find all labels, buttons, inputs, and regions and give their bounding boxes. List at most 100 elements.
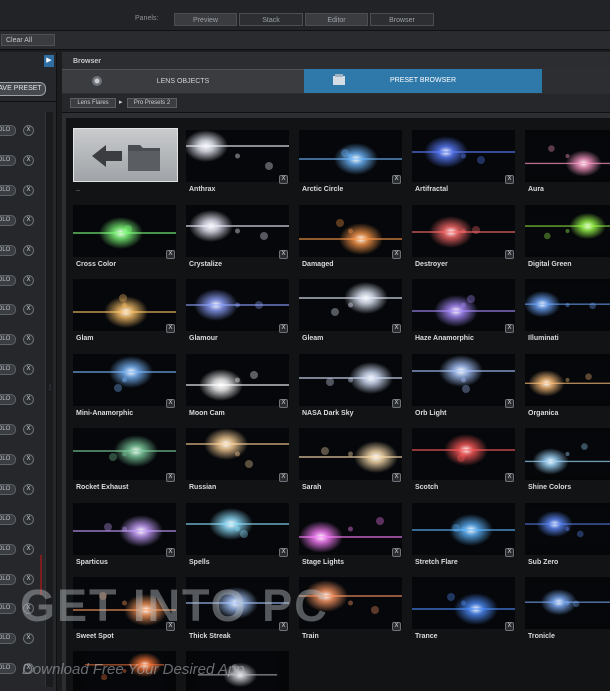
remove-layer-icon[interactable]: X	[23, 244, 34, 256]
preset-thumbnail[interactable]	[299, 130, 402, 182]
save-preset-button[interactable]: AVE PRESET	[0, 82, 46, 96]
remove-layer-icon[interactable]: X	[23, 274, 34, 286]
preset-thumbnail[interactable]	[73, 354, 176, 406]
remove-preset-icon[interactable]: X	[279, 399, 288, 408]
solo-button[interactable]: OLO	[0, 334, 16, 346]
remove-layer-icon[interactable]: X	[23, 453, 34, 465]
remove-preset-icon[interactable]: X	[505, 175, 514, 184]
remove-layer-icon[interactable]: X	[23, 184, 34, 196]
remove-layer-icon[interactable]: X	[23, 214, 34, 226]
collapse-arrow-icon[interactable]: ▶	[44, 55, 54, 67]
remove-preset-icon[interactable]: X	[505, 622, 514, 631]
preset-thumbnail[interactable]	[186, 354, 289, 406]
solo-button[interactable]: OLO	[0, 573, 16, 585]
remove-layer-icon[interactable]: X	[23, 304, 34, 316]
solo-button[interactable]: OLO	[0, 184, 16, 196]
preset-thumbnail[interactable]	[73, 503, 176, 555]
solo-button[interactable]: OLO	[0, 513, 16, 525]
back-folder-button[interactable]	[73, 128, 178, 182]
panel-tab-preview[interactable]: Preview	[174, 13, 237, 26]
remove-layer-icon[interactable]: X	[23, 424, 34, 435]
remove-layer-icon[interactable]: X	[23, 633, 34, 645]
remove-layer-icon[interactable]: X	[23, 334, 34, 346]
remove-preset-icon[interactable]: X	[166, 250, 175, 259]
preset-thumbnail[interactable]	[412, 279, 515, 331]
solo-button[interactable]: OLO	[0, 364, 16, 376]
remove-layer-icon[interactable]: X	[23, 364, 34, 376]
preset-thumbnail[interactable]	[525, 428, 610, 480]
preset-thumbnail[interactable]	[186, 503, 289, 555]
preset-thumbnail[interactable]	[525, 205, 610, 257]
breadcrumb-pro-presets-2[interactable]: Pro Presets 2	[127, 98, 177, 108]
remove-preset-icon[interactable]: X	[166, 324, 175, 333]
remove-preset-icon[interactable]: X	[392, 548, 401, 557]
remove-layer-icon[interactable]: X	[23, 543, 34, 555]
preset-thumbnail[interactable]	[186, 428, 289, 480]
preset-thumbnail[interactable]	[412, 205, 515, 257]
remove-preset-icon[interactable]: X	[505, 324, 514, 333]
solo-button[interactable]: OLO	[0, 125, 16, 136]
solo-button[interactable]: OLO	[0, 274, 16, 286]
solo-button[interactable]: OLO	[0, 304, 16, 316]
remove-preset-icon[interactable]: X	[505, 250, 514, 259]
solo-button[interactable]: OLO	[0, 394, 16, 406]
remove-preset-icon[interactable]: X	[392, 250, 401, 259]
solo-button[interactable]: OLO	[0, 543, 16, 555]
preset-thumbnail[interactable]	[525, 354, 610, 406]
remove-layer-icon[interactable]: X	[23, 154, 34, 166]
remove-layer-icon[interactable]: X	[23, 513, 34, 525]
remove-layer-icon[interactable]: X	[23, 483, 34, 495]
solo-button[interactable]: OLO	[0, 453, 16, 465]
remove-preset-icon[interactable]: X	[392, 473, 401, 482]
remove-preset-icon[interactable]: X	[392, 175, 401, 184]
preset-thumbnail[interactable]	[73, 428, 176, 480]
preset-thumbnail[interactable]	[412, 428, 515, 480]
preset-thumbnail[interactable]	[299, 205, 402, 257]
preset-thumbnail[interactable]	[412, 503, 515, 555]
tab-preset-browser[interactable]: PRESET BROWSER	[304, 69, 542, 93]
preset-thumbnail[interactable]	[73, 279, 176, 331]
remove-preset-icon[interactable]: X	[505, 473, 514, 482]
solo-button[interactable]: OLO	[0, 424, 16, 435]
solo-button[interactable]: OLO	[0, 663, 16, 675]
tab-lens-objects[interactable]: LENS OBJECTS	[62, 69, 304, 93]
preset-thumbnail[interactable]	[299, 279, 402, 331]
preset-thumbnail[interactable]	[299, 428, 402, 480]
preset-thumbnail[interactable]	[186, 279, 289, 331]
preset-thumbnail[interactable]	[525, 130, 610, 182]
panel-tab-editor[interactable]: Editor	[305, 13, 368, 26]
remove-preset-icon[interactable]: X	[279, 324, 288, 333]
remove-preset-icon[interactable]: X	[392, 622, 401, 631]
preset-thumbnail[interactable]	[186, 205, 289, 257]
solo-button[interactable]: OLO	[0, 603, 16, 615]
remove-layer-icon[interactable]: X	[23, 394, 34, 406]
preset-thumbnail[interactable]	[299, 503, 402, 555]
panel-tab-stack[interactable]: Stack	[239, 13, 303, 26]
remove-preset-icon[interactable]: X	[279, 548, 288, 557]
preset-thumbnail[interactable]	[412, 354, 515, 406]
remove-preset-icon[interactable]: X	[166, 399, 175, 408]
clear-all-button[interactable]: Clear All	[1, 34, 55, 46]
breadcrumb-lens-flares[interactable]: Lens Flares	[70, 98, 116, 108]
preset-thumbnail[interactable]	[412, 577, 515, 629]
solo-button[interactable]: OLO	[0, 244, 16, 256]
solo-button[interactable]: OLO	[0, 633, 16, 645]
solo-button[interactable]: OLO	[0, 154, 16, 166]
scroll-grip-icon[interactable]: ⋮	[47, 384, 53, 404]
remove-preset-icon[interactable]: X	[279, 175, 288, 184]
preset-thumbnail[interactable]	[525, 279, 610, 331]
remove-preset-icon[interactable]: X	[166, 473, 175, 482]
remove-preset-icon[interactable]: X	[279, 473, 288, 482]
preset-thumbnail[interactable]	[299, 354, 402, 406]
preset-thumbnail[interactable]	[73, 205, 176, 257]
remove-preset-icon[interactable]: X	[392, 399, 401, 408]
remove-preset-icon[interactable]: X	[505, 399, 514, 408]
preset-thumbnail[interactable]	[525, 503, 610, 555]
panel-tab-browser[interactable]: Browser	[370, 13, 434, 26]
remove-preset-icon[interactable]: X	[392, 324, 401, 333]
remove-layer-icon[interactable]: X	[23, 125, 34, 136]
preset-thumbnail[interactable]	[186, 130, 289, 182]
remove-preset-icon[interactable]: X	[279, 250, 288, 259]
preset-thumbnail[interactable]	[412, 130, 515, 182]
preset-thumbnail[interactable]	[525, 577, 610, 629]
